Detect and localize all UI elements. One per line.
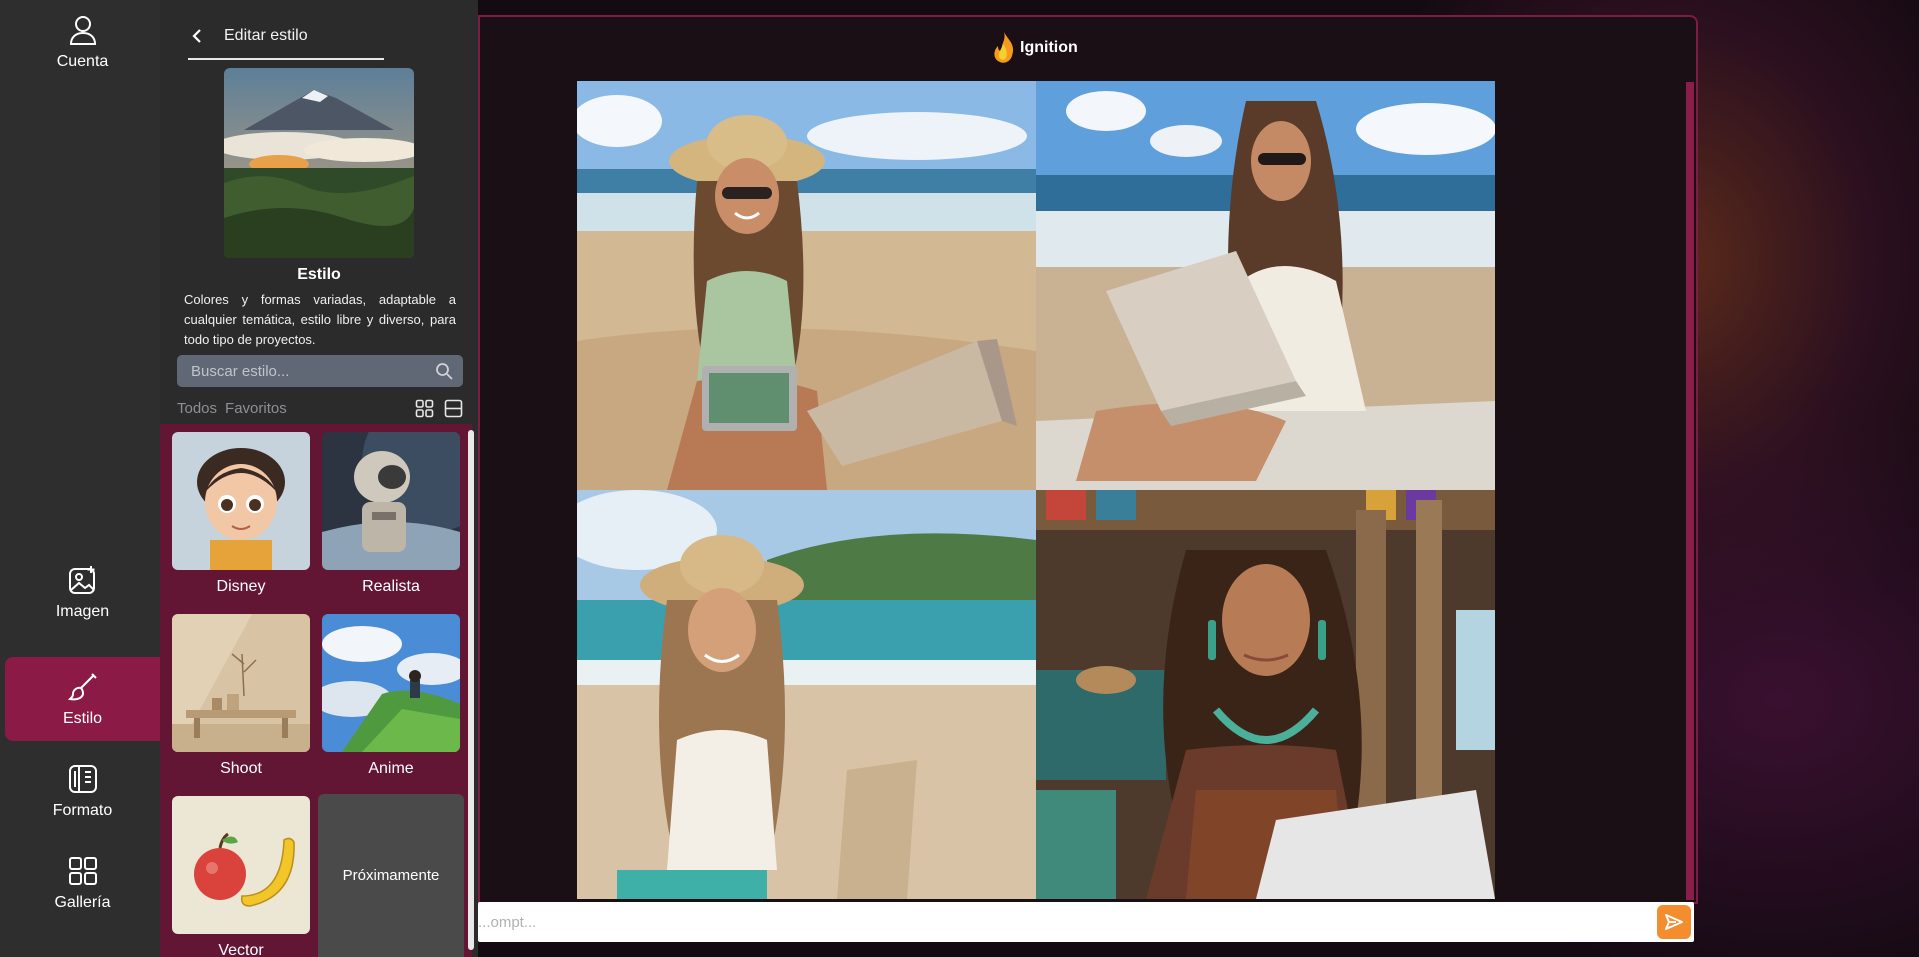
image-edit-icon: [68, 566, 95, 594]
search-icon[interactable]: [435, 362, 453, 380]
rail-item-label: Cuenta: [56, 53, 109, 70]
filter-all[interactable]: Todos: [177, 400, 217, 417]
style-thumb-disney: [172, 432, 310, 570]
style-description: Colores y formas variadas, adaptable a c…: [184, 292, 456, 347]
rail-item-estilo[interactable]: Estilo: [5, 657, 160, 741]
style-preview-image: [224, 68, 414, 258]
list-view-icon[interactable]: [444, 399, 463, 418]
prompt-input[interactable]: [478, 912, 1657, 932]
send-button[interactable]: [1657, 905, 1691, 939]
style-card-realista[interactable]: Realista: [322, 432, 460, 596]
chevron-left-icon[interactable]: [188, 26, 208, 46]
style-card-label: Disney: [216, 578, 266, 595]
rail-item-imagen[interactable]: Imagen: [5, 550, 160, 634]
flame-logo-icon: [994, 32, 1014, 63]
rail-item-galleria[interactable]: Gallería: [5, 841, 160, 925]
rail-item-label: Formato: [52, 802, 113, 819]
grid-view-icon[interactable]: [415, 399, 434, 418]
result-frame-edge: [1686, 82, 1694, 900]
app-logo: Ignition: [990, 30, 1078, 66]
user-icon: [69, 16, 96, 45]
gallery-grid-icon: [68, 857, 97, 885]
style-thumb-anime: [322, 614, 460, 752]
panel-scrollbar[interactable]: [468, 430, 474, 950]
style-panel: Editar estilo Estilo Colores y formas va…: [160, 0, 478, 957]
style-thumb-shoot: [172, 614, 310, 752]
generated-image-1[interactable]: [577, 81, 1036, 490]
generated-image-4[interactable]: [1036, 490, 1495, 899]
style-card-shoot[interactable]: Shoot: [172, 614, 310, 778]
style-filters: Todos Favoritos: [177, 397, 463, 419]
prompt-bar: [478, 902, 1694, 942]
app-logo-text: Ignition: [1020, 39, 1078, 56]
style-card-anime[interactable]: Anime: [322, 614, 460, 778]
filter-favorites[interactable]: Favoritos: [225, 400, 287, 417]
rail-item-formato[interactable]: Formato: [5, 749, 160, 833]
panel-header: Editar estilo: [188, 14, 384, 60]
rail-item-cuenta[interactable]: Cuenta: [5, 0, 160, 84]
rail-item-label: Estilo: [62, 710, 103, 727]
style-thumb-realista: [322, 432, 460, 570]
style-name: Estilo: [297, 266, 341, 283]
style-card-label: Shoot: [220, 760, 262, 777]
style-card-label: Vector: [218, 942, 264, 957]
rail-item-label: Imagen: [55, 603, 110, 620]
style-card-disney[interactable]: Disney: [172, 432, 310, 596]
style-card-vector[interactable]: Vector: [172, 796, 310, 957]
style-search-box: [177, 355, 463, 387]
generated-image-grid: [577, 81, 1495, 899]
style-card-label: Anime: [368, 760, 414, 777]
panel-title: Editar estilo: [224, 27, 308, 44]
brush-icon: [67, 673, 97, 701]
style-card-label: Realista: [362, 578, 420, 595]
generated-image-2[interactable]: [1036, 81, 1495, 490]
format-icon: [68, 765, 97, 793]
style-search-input[interactable]: [177, 361, 435, 381]
style-thumb-vector: [172, 796, 310, 934]
style-gallery: Disney Realista Shoot Anime Vector Próxi…: [160, 424, 472, 957]
sidebar-rail: Cuenta Imagen Estilo Formato Gallería: [0, 0, 160, 957]
generated-image-3[interactable]: [577, 490, 1036, 899]
coming-soon-card: Próximamente: [318, 794, 464, 957]
rail-item-label: Gallería: [54, 894, 111, 911]
send-icon: [1665, 914, 1683, 930]
